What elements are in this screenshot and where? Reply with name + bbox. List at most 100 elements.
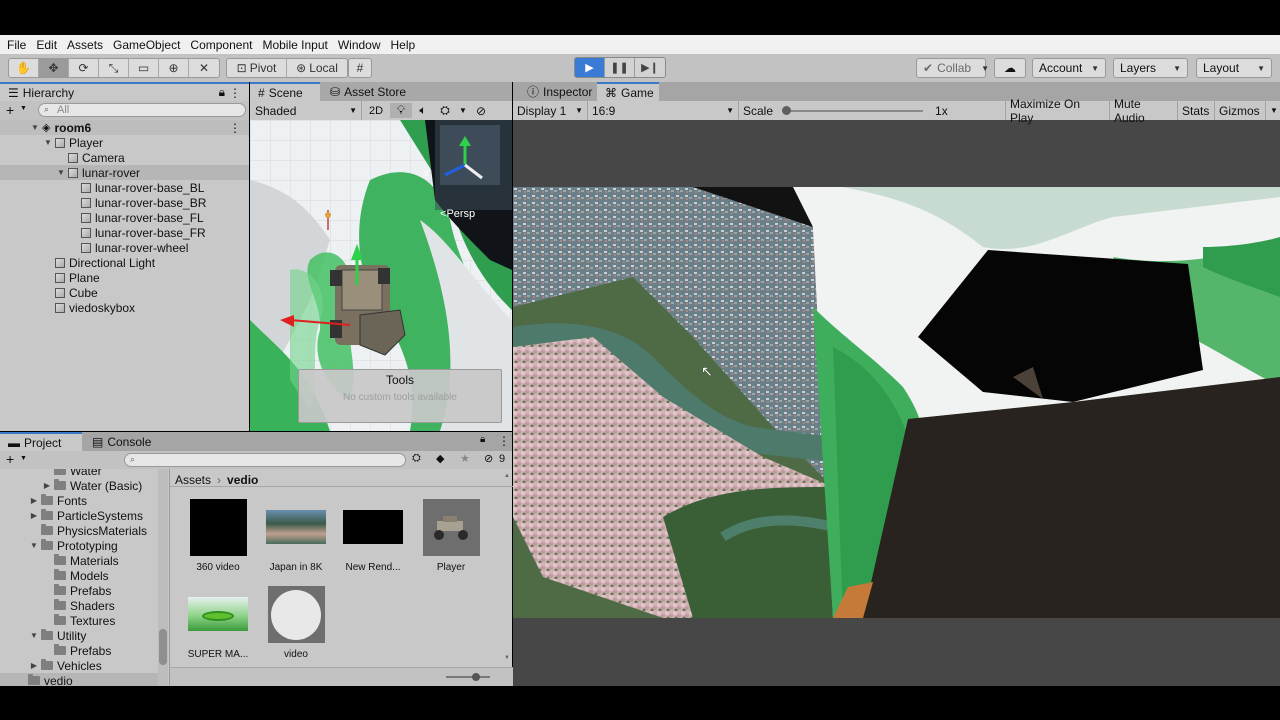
local-button[interactable]: ⊛ Local: [287, 59, 347, 77]
layout-dropdown[interactable]: Layout ▼: [1196, 58, 1272, 78]
expand-arrow-icon[interactable]: ▼: [29, 541, 39, 550]
collapse-arrow-icon[interactable]: ▶: [29, 496, 39, 505]
menu-assets[interactable]: Assets: [62, 38, 108, 52]
game-viewport[interactable]: ↖: [513, 187, 1280, 618]
folder-tree-item[interactable]: Water: [0, 469, 158, 478]
hand-tool-icon[interactable]: ✋: [9, 59, 39, 77]
persp-label[interactable]: <Persp: [440, 208, 475, 220]
rotate-tool-icon[interactable]: ⟳: [69, 59, 99, 77]
menu-component[interactable]: Component: [185, 38, 257, 52]
grid-snap-icon[interactable]: #: [349, 59, 371, 77]
pivot-button[interactable]: ⊡ Pivot: [227, 59, 287, 77]
add-icon[interactable]: +: [6, 451, 14, 467]
lighting-icon[interactable]: 💡︎: [390, 103, 412, 118]
cloud-button[interactable]: ☁: [994, 58, 1026, 78]
folder-tree-item[interactable]: ▼ Utility: [0, 628, 158, 643]
rect-tool-icon[interactable]: ▭: [129, 59, 159, 77]
menu-gameobject[interactable]: GameObject: [108, 38, 185, 52]
chevron-down-icon[interactable]: ▼: [456, 106, 470, 115]
asset-scrollbar[interactable]: ▲ ▼: [502, 473, 512, 663]
slider-handle[interactable]: [472, 673, 480, 681]
stats-toggle[interactable]: Stats: [1178, 101, 1215, 120]
folder-tree-item[interactable]: Models: [0, 568, 158, 583]
custom-tool-icon[interactable]: ✕: [189, 59, 219, 77]
folder-tree-item[interactable]: Shaders: [0, 598, 158, 613]
asset-360-video[interactable]: 360 video: [178, 499, 258, 573]
move-tool-icon[interactable]: ✥: [39, 59, 69, 77]
add-icon[interactable]: +: [6, 102, 14, 118]
menu-help[interactable]: Help: [386, 38, 421, 52]
hierarchy-item[interactable]: lunar-rover-base_FR: [0, 225, 249, 240]
hierarchy-item[interactable]: lunar-rover-wheel: [0, 240, 249, 255]
chevron-down-icon[interactable]: ▼: [1266, 101, 1280, 120]
folder-tree-item[interactable]: vedio: [0, 673, 158, 686]
folder-tree-item[interactable]: Prefabs: [0, 643, 158, 658]
mute-audio-toggle[interactable]: Mute Audio: [1110, 97, 1178, 125]
asset-new-render-texture[interactable]: New Rend...: [333, 499, 413, 573]
folder-tree-item[interactable]: Prefabs: [0, 583, 158, 598]
toggle-2d-button[interactable]: 2D: [362, 105, 390, 117]
hierarchy-item[interactable]: lunar-rover-base_BR: [0, 195, 249, 210]
tab-console[interactable]: ▤ Console: [84, 432, 159, 451]
tab-inspector[interactable]: ⓘ Inspector: [519, 82, 600, 101]
hierarchy-item[interactable]: lunar-rover-base_FL: [0, 210, 249, 225]
folder-tree-item[interactable]: Textures: [0, 613, 158, 628]
folder-tree-item[interactable]: Materials: [0, 553, 158, 568]
slider-handle[interactable]: [782, 105, 792, 115]
project-search-input[interactable]: ⌕: [124, 453, 406, 467]
hierarchy-search-input[interactable]: ⌕ All: [38, 103, 246, 117]
hierarchy-item[interactable]: Plane: [0, 270, 249, 285]
folder-tree-item[interactable]: PhysicsMaterials: [0, 523, 158, 538]
menu-window[interactable]: Window: [333, 38, 386, 52]
tab-project[interactable]: ▬ Project: [0, 432, 82, 451]
tree-scrollbar-thumb[interactable]: [159, 629, 167, 665]
effects-icon[interactable]: ⛭: [434, 103, 456, 118]
menu-file[interactable]: File: [2, 38, 31, 52]
menu-edit[interactable]: Edit: [31, 38, 62, 52]
collapse-arrow-icon[interactable]: ▶: [29, 511, 39, 520]
tab-game[interactable]: ⌘ Game: [597, 82, 659, 101]
lock-icon[interactable]: 🔒︎: [480, 434, 485, 445]
tree-scrollbar[interactable]: [158, 469, 168, 686]
layers-dropdown[interactable]: Layers ▼: [1113, 58, 1188, 78]
expand-arrow-icon[interactable]: ▼: [43, 138, 53, 147]
pause-button[interactable]: ❚❚: [605, 58, 635, 77]
audio-icon[interactable]: 🔈︎: [412, 103, 434, 118]
shading-dropdown[interactable]: Shaded ▼: [250, 101, 362, 120]
folder-tree-item[interactable]: ▶ ParticleSystems: [0, 508, 158, 523]
breadcrumb-vedio[interactable]: vedio: [227, 473, 258, 487]
favorite-star-icon[interactable]: ★: [460, 452, 470, 465]
expand-arrow-icon[interactable]: ▼: [29, 631, 39, 640]
asset-japan-in-8k[interactable]: Japan in 8K: [256, 499, 336, 573]
hierarchy-item[interactable]: Cube: [0, 285, 249, 300]
more-icon[interactable]: ⋮: [498, 434, 510, 448]
breadcrumb-assets[interactable]: Assets: [175, 473, 211, 487]
tab-asset-store[interactable]: ⛁ Asset Store: [322, 82, 414, 101]
collapse-arrow-icon[interactable]: ▶: [42, 481, 52, 490]
hidden-packages-icon[interactable]: ⊘: [484, 452, 493, 465]
chevron-down-icon[interactable]: ▼: [20, 455, 27, 462]
tab-scene[interactable]: # Scene: [250, 82, 320, 101]
play-button[interactable]: ▶: [575, 58, 605, 77]
folder-tree-item[interactable]: ▶ Water (Basic): [0, 478, 158, 493]
hidden-objects-icon[interactable]: ⊘: [470, 104, 492, 118]
folder-tree-item[interactable]: ▼ Prototyping: [0, 538, 158, 553]
hierarchy-item[interactable]: lunar-rover-base_BL: [0, 180, 249, 195]
collab-button[interactable]: ✔ Collab ▼: [916, 58, 989, 78]
collapse-arrow-icon[interactable]: ▶: [29, 661, 39, 670]
asset-super-ma[interactable]: SUPER MA...: [178, 586, 258, 660]
maximize-on-play-toggle[interactable]: Maximize On Play: [1006, 97, 1110, 125]
scene-root-row[interactable]: ▼ ◈ room6 ⋮: [0, 120, 249, 135]
expand-arrow-icon[interactable]: ▼: [30, 123, 40, 132]
expand-arrow-icon[interactable]: ▼: [56, 168, 66, 177]
search-by-type-icon[interactable]: ⛭: [412, 452, 421, 465]
hierarchy-item[interactable]: ▼ Player: [0, 135, 249, 150]
aspect-dropdown[interactable]: 16:9 ▼: [588, 101, 739, 120]
hierarchy-item[interactable]: viedoskybox: [0, 300, 249, 315]
hierarchy-item[interactable]: Directional Light: [0, 255, 249, 270]
folder-tree-item[interactable]: ▶ Vehicles: [0, 658, 158, 673]
folder-tree-item[interactable]: ▶ Fonts: [0, 493, 158, 508]
thumbnail-size-slider[interactable]: [446, 673, 490, 681]
transform-tool-icon[interactable]: ⊕: [159, 59, 189, 77]
scale-tool-icon[interactable]: ⤡: [99, 59, 129, 77]
